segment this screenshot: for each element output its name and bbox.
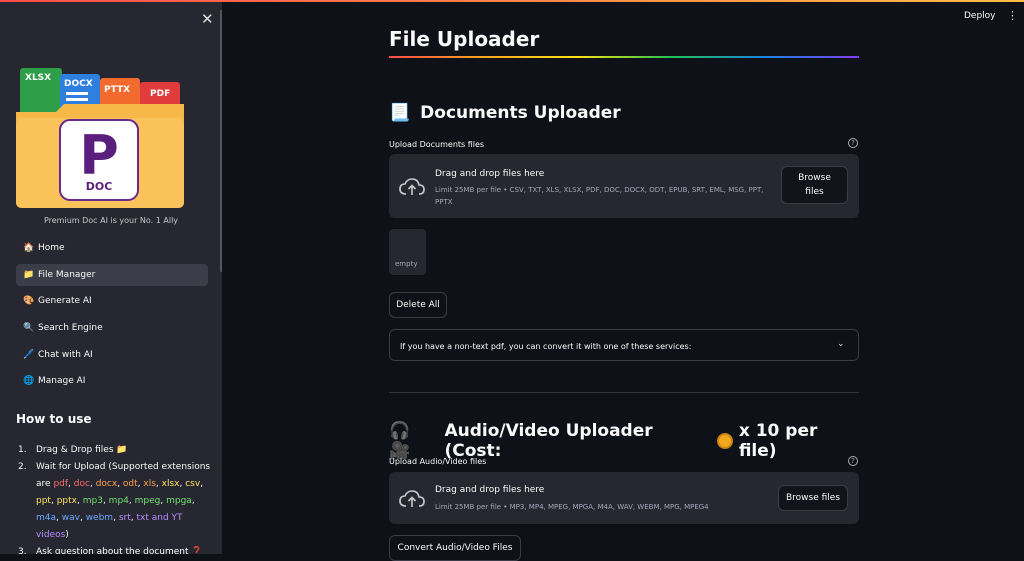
search-icon: 🔍: [23, 323, 35, 334]
logo-tag-pdf: PDF: [150, 89, 170, 99]
pdf-conversion-expander[interactable]: If you have a non-text pdf, you can conv…: [389, 329, 859, 361]
nav-label: Search Engine: [38, 323, 103, 334]
list-item: 2. Wait for Upload (Supported extensions…: [18, 462, 211, 540]
section-divider: [389, 392, 859, 393]
globe-icon: 🌐: [23, 376, 35, 387]
document-icon: 📃: [389, 103, 411, 123]
empty-file-placeholder: empty: [389, 229, 426, 275]
coin-icon: [717, 433, 733, 449]
sidebar: ✕ XLSX DOCX PTTX PDF P DOC Premium Doc A…: [0, 2, 222, 554]
chevron-down-icon: ⌄: [837, 339, 845, 349]
palette-icon: 🎨: [23, 296, 35, 307]
list-item: 1. Drag & Drop files 📁: [18, 445, 128, 455]
documents-dropzone[interactable]: Drag and drop files here Limit 25MB per …: [389, 154, 859, 218]
documents-heading: 📃 Documents Uploader: [389, 103, 621, 123]
page-title: File Uploader: [389, 27, 540, 51]
nav-item-search-engine[interactable]: 🔍 Search Engine: [16, 317, 208, 339]
help-icon[interactable]: ?: [848, 456, 858, 466]
dropzone-title: Drag and drop files here: [435, 485, 545, 495]
nav-label: Generate AI: [38, 296, 92, 307]
nav-item-chat-with-ai[interactable]: 🖊️ Chat with AI: [16, 344, 208, 366]
audio-video-heading: 🎧 🎥 Audio/Video Uploader (Cost: x 10 per…: [389, 421, 818, 461]
dropzone-limit: Limit 25MB per file • CSV, TXT, XLS, XLS…: [435, 186, 764, 206]
nav-label: Chat with AI: [38, 349, 93, 360]
browse-files-button[interactable]: Browse files: [781, 166, 848, 204]
documents-upload-label: Upload Documents files: [389, 140, 485, 149]
deploy-button[interactable]: Deploy: [964, 11, 996, 21]
audio-dropzone[interactable]: Drag and drop files here Limit 25MB per …: [389, 472, 859, 524]
nav-item-manage-ai[interactable]: 🌐 Manage AI: [16, 370, 208, 392]
logo-tag-pttx: PTTX: [104, 85, 130, 95]
headphones-camera-icon: 🎧 🎥: [389, 421, 411, 461]
nav-label: File Manager: [38, 269, 96, 280]
tagline: Premium Doc AI is your No. 1 Ally: [43, 216, 179, 225]
howto-heading: How to use: [16, 412, 92, 426]
help-icon[interactable]: ?: [848, 138, 858, 148]
browse-files-button[interactable]: Browse files: [778, 485, 848, 511]
kebab-icon[interactable]: ⋮: [1007, 9, 1018, 22]
nav-item-file-manager[interactable]: 📁 File Manager: [16, 263, 208, 286]
title-divider: [389, 56, 859, 58]
logo-tag-xlsx: XLSX: [25, 73, 51, 83]
list-item: 3. Ask question about the document ❓: [18, 547, 203, 554]
sidebar-scrollbar[interactable]: [220, 10, 222, 272]
nav-label: Manage AI: [38, 376, 86, 387]
howto-steps: 1. Drag & Drop files 📁 2. Wait for Upload…: [16, 442, 212, 554]
audio-upload-label: Upload Audio/Video files: [389, 457, 487, 466]
logo-brand-letter: P: [79, 124, 119, 187]
home-icon: 🏠: [23, 243, 35, 253]
dropzone-title: Drag and drop files here: [435, 169, 545, 179]
cloud-upload-icon: [399, 178, 425, 195]
logo-tag-docx: DOCX: [64, 79, 93, 89]
close-icon[interactable]: ✕: [201, 10, 214, 28]
folder-icon: 📁: [23, 269, 35, 280]
nav-item-generate-ai[interactable]: 🎨 Generate AI: [16, 290, 208, 312]
convert-audio-video-button[interactable]: Convert Audio/Video Files: [389, 535, 521, 561]
sidebar-nav: 🏠 Home 📁 File Manager 🎨 Generate AI 🔍 Search…: [16, 237, 208, 397]
nav-item-home[interactable]: 🏠 Home: [16, 237, 208, 259]
pen-icon: 🖊️: [23, 349, 35, 360]
logo-brand-text: DOC: [86, 180, 113, 193]
dropzone-limit: Limit 25MB per file • MP3, MP4, MPEG, MP…: [435, 503, 709, 511]
app-logo: XLSX DOCX PTTX PDF P DOC: [16, 62, 184, 210]
cloud-upload-icon: [399, 490, 425, 507]
nav-label: Home: [38, 243, 65, 253]
delete-all-button[interactable]: Delete All: [389, 292, 447, 318]
